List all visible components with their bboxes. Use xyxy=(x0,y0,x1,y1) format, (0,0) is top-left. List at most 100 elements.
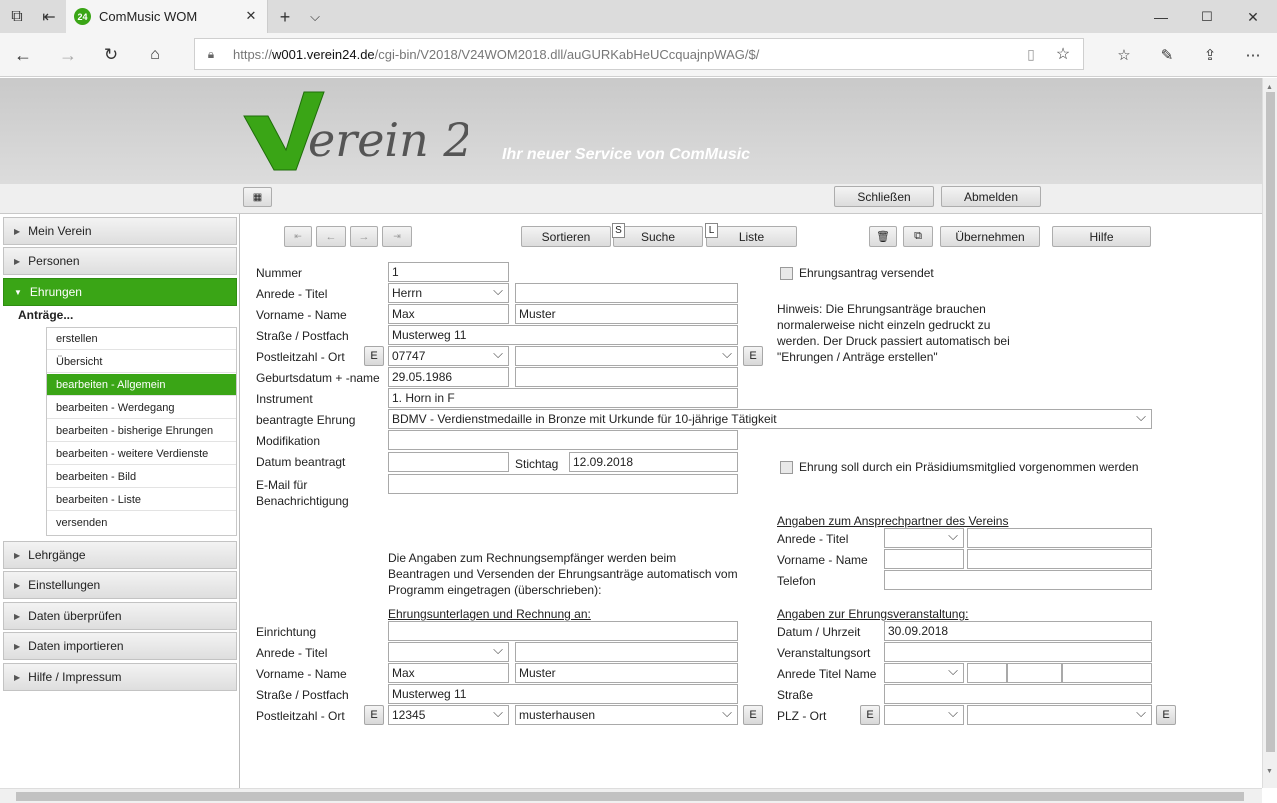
sort-button[interactable]: Sortieren xyxy=(521,226,611,247)
scroll-up-icon[interactable]: ▲ xyxy=(1266,84,1273,91)
invoice-titel-field[interactable] xyxy=(515,642,738,662)
sidebar-item-ehrungen[interactable]: ▼ Ehrungen xyxy=(3,278,237,306)
minimize-icon[interactable]: — xyxy=(1150,6,1172,28)
subitem-bearbeiten-liste[interactable]: bearbeiten - Liste xyxy=(47,489,236,511)
praesidium-checkbox[interactable] xyxy=(780,461,793,474)
sidebar-item-daten-ueberpruefen[interactable]: ▶ Daten überprüfen xyxy=(3,602,237,630)
first-record-button[interactable]: ⇤ xyxy=(284,226,312,247)
tab-aside-icon[interactable]: ⇤ xyxy=(36,6,62,28)
favorite-star-icon[interactable]: ☆ xyxy=(1053,45,1073,63)
sidebar-item-hilfe-impressum[interactable]: ▶ Hilfe / Impressum xyxy=(3,663,237,691)
menu-toggle-button[interactable]: ▦ xyxy=(243,187,272,207)
contact-nachname-field[interactable] xyxy=(967,549,1152,569)
help-button[interactable]: Hilfe xyxy=(1052,226,1151,247)
search-button[interactable]: Suche xyxy=(613,226,703,247)
anrede-select[interactable]: Herrn xyxy=(388,283,509,303)
invoice-einrichtung-field[interactable] xyxy=(388,621,738,641)
scroll-thumb[interactable] xyxy=(1266,92,1275,752)
list-button[interactable]: Liste xyxy=(706,226,797,247)
more-icon[interactable]: ⋯ xyxy=(1241,43,1265,67)
subitem-bearbeiten-bild[interactable]: bearbeiten - Bild xyxy=(47,466,236,488)
window-close-icon[interactable]: ✕ xyxy=(1242,6,1264,28)
maximize-icon[interactable]: ☐ xyxy=(1196,6,1218,28)
horizontal-scrollbar[interactable] xyxy=(0,788,1262,803)
apply-button[interactable]: Übernehmen xyxy=(940,226,1040,247)
ort-e-button[interactable]: E xyxy=(743,346,763,366)
vorname-field[interactable]: Max xyxy=(388,304,509,324)
titel-field[interactable] xyxy=(515,283,738,303)
invoice-ort-select[interactable]: musterhausen xyxy=(515,705,738,725)
invoice-plz-select[interactable]: 12345 xyxy=(388,705,509,725)
stichtag-field[interactable]: 12.09.2018 xyxy=(569,452,738,472)
scroll-down-icon[interactable]: ▼ xyxy=(1266,768,1273,775)
sidebar-item-einstellungen[interactable]: ▶ Einstellungen xyxy=(3,571,237,599)
tab-dropdown-icon[interactable]: ⌵ xyxy=(304,6,326,28)
subitem-bearbeiten-bisherige-ehrungen[interactable]: bearbeiten - bisherige Ehrungen xyxy=(47,420,236,442)
sidebar-item-lehrgaenge[interactable]: ▶ Lehrgänge xyxy=(3,541,237,569)
subitem-bearbeiten-werdegang[interactable]: bearbeiten - Werdegang xyxy=(47,397,236,419)
contact-anrede-select[interactable] xyxy=(884,528,964,548)
invoice-nachname-field[interactable]: Muster xyxy=(515,663,738,683)
logout-button[interactable]: Abmelden xyxy=(941,186,1041,207)
invoice-anrede-select[interactable] xyxy=(388,642,509,662)
new-tab-icon[interactable]: + xyxy=(274,6,296,28)
contact-titel-field[interactable] xyxy=(967,528,1152,548)
versendet-checkbox[interactable] xyxy=(780,267,793,280)
subitem-bearbeiten-allgemein[interactable]: bearbeiten - Allgemein xyxy=(47,374,236,396)
ehrung-select[interactable]: BDMV - Verdienstmedaille in Bronze mit U… xyxy=(388,409,1152,429)
address-bar[interactable]: 🔒︎ https://w001.verein24.de/cgi-bin/V201… xyxy=(194,38,1084,70)
close-button[interactable]: Schließen xyxy=(834,186,934,207)
geburtsdatum-field[interactable]: 29.05.1986 xyxy=(388,367,509,387)
event-plz-e-button[interactable]: E xyxy=(860,705,880,725)
close-tab-icon[interactable]: ✕ xyxy=(242,7,260,25)
invoice-strasse-field[interactable]: Musterweg 11 xyxy=(388,684,738,704)
event-nachname-field[interactable] xyxy=(1062,663,1152,683)
subitem-uebersicht[interactable]: Übersicht xyxy=(47,351,236,373)
sidebar-item-personen[interactable]: ▶ Personen xyxy=(3,247,237,275)
event-plz-select[interactable] xyxy=(884,705,964,725)
share-icon[interactable]: ⇪ xyxy=(1198,43,1222,67)
event-strasse-field[interactable] xyxy=(884,684,1152,704)
prev-record-button[interactable]: ← xyxy=(316,226,346,247)
email-field[interactable] xyxy=(388,474,738,494)
ort-select[interactable] xyxy=(515,346,738,366)
home-icon[interactable]: ⌂ xyxy=(142,43,168,67)
copy-button[interactable]: ⧉ xyxy=(903,226,933,247)
plz-e-button[interactable]: E xyxy=(364,346,384,366)
datum-field[interactable] xyxy=(388,452,509,472)
instrument-field[interactable]: 1. Horn in F xyxy=(388,388,738,408)
subitem-erstellen[interactable]: erstellen xyxy=(47,328,236,350)
forward-icon[interactable]: → xyxy=(55,43,81,67)
modifikation-field[interactable] xyxy=(388,430,738,450)
browser-tab[interactable]: 24 ComMusic WOM ✕ xyxy=(66,0,268,33)
event-vorname-field[interactable] xyxy=(1007,663,1062,683)
next-record-button[interactable]: → xyxy=(350,226,378,247)
plz-select[interactable]: 07747 xyxy=(388,346,509,366)
invoice-vorname-field[interactable]: Max xyxy=(388,663,509,683)
tab-list-icon[interactable]: ⧉ xyxy=(4,6,30,28)
pen-icon[interactable]: ✎ xyxy=(1155,43,1179,67)
h-scroll-thumb[interactable] xyxy=(16,792,1244,801)
reading-view-icon[interactable]: ▯ xyxy=(1021,45,1041,63)
invoice-plz-e-button[interactable]: E xyxy=(364,705,384,725)
contact-vorname-field[interactable] xyxy=(884,549,964,569)
vertical-scrollbar[interactable]: ▲ ▼ xyxy=(1262,78,1277,788)
event-ort-e-button[interactable]: E xyxy=(1156,705,1176,725)
invoice-ort-e-button[interactable]: E xyxy=(743,705,763,725)
event-ort-select[interactable] xyxy=(967,705,1152,725)
event-datum-field[interactable]: 30.09.2018 xyxy=(884,621,1152,641)
favorites-icon[interactable]: ☆ xyxy=(1112,43,1136,67)
nachname-field[interactable]: Muster xyxy=(515,304,738,324)
event-anrede-select[interactable] xyxy=(884,663,964,683)
back-icon[interactable]: ← xyxy=(10,43,36,67)
event-ort-field[interactable] xyxy=(884,642,1152,662)
subitem-versenden[interactable]: versenden xyxy=(47,512,236,534)
subitem-bearbeiten-weitere-verdienste[interactable]: bearbeiten - weitere Verdienste xyxy=(47,443,236,465)
sidebar-item-mein-verein[interactable]: ▶ Mein Verein xyxy=(3,217,237,245)
delete-button[interactable]: 🗑︎ xyxy=(869,226,897,247)
sidebar-item-daten-importieren[interactable]: ▶ Daten importieren xyxy=(3,632,237,660)
nummer-field[interactable]: 1 xyxy=(388,262,509,282)
geburtsname-field[interactable] xyxy=(515,367,738,387)
strasse-field[interactable]: Musterweg 11 xyxy=(388,325,738,345)
last-record-button[interactable]: ⇥ xyxy=(382,226,412,247)
